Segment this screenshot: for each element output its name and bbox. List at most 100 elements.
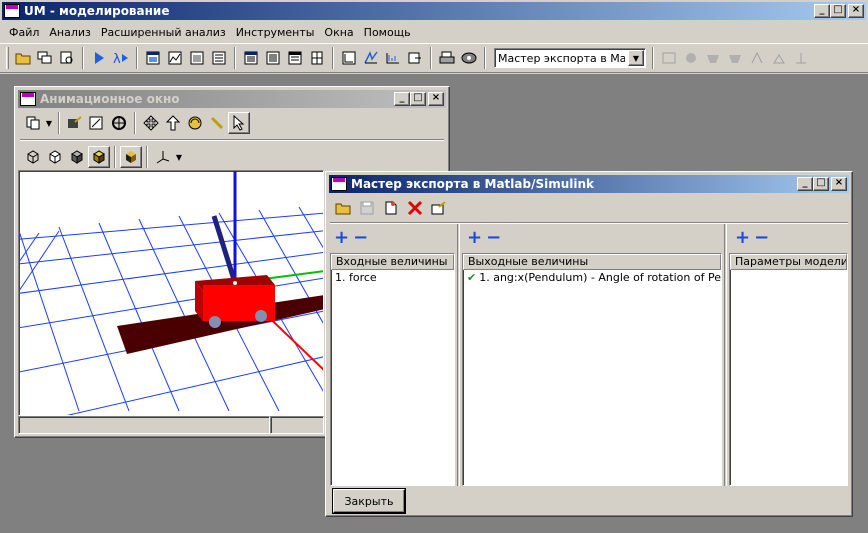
- up-arrow-icon[interactable]: [162, 112, 184, 134]
- menu-bar: Файл Анализ Расширенный анализ Инструмен…: [0, 22, 868, 42]
- scale-icon[interactable]: [86, 112, 108, 134]
- chart-xy-icon[interactable]: [360, 47, 382, 69]
- status-cell: [270, 416, 324, 434]
- move-icon[interactable]: [140, 112, 162, 134]
- menu-tools[interactable]: Инструменты: [231, 26, 320, 39]
- delete-icon[interactable]: [404, 197, 426, 219]
- svg-text:λ: λ: [113, 52, 121, 65]
- panel-divider[interactable]: [724, 224, 727, 486]
- remove-input-button[interactable]: −: [353, 229, 368, 247]
- main-caption-buttons: _ □ ×: [814, 4, 864, 18]
- disabled-tool-5-icon: [746, 47, 768, 69]
- chevron-down-icon[interactable]: ▼: [174, 146, 184, 168]
- close-button[interactable]: ×: [428, 92, 444, 106]
- animation-titlebar[interactable]: Анимационное окно _ □ ×: [18, 90, 446, 108]
- scan-icon[interactable]: [458, 47, 480, 69]
- maximize-button[interactable]: □: [410, 92, 426, 106]
- scene-3d-canvas: [19, 171, 323, 415]
- image-window-icon[interactable]: [186, 47, 208, 69]
- toolbar-separator: [430, 47, 432, 69]
- export-icon[interactable]: [404, 47, 426, 69]
- add-input-button[interactable]: +: [334, 229, 349, 247]
- windows-icon[interactable]: [34, 47, 56, 69]
- animation-caption-buttons: _ □ ×: [394, 92, 444, 106]
- shaded-cube-icon[interactable]: [66, 146, 88, 168]
- menu-file[interactable]: Файл: [4, 26, 44, 39]
- animation-toolbar-2: ▼: [20, 143, 444, 171]
- hidden-line-cube-icon[interactable]: [44, 146, 66, 168]
- list-window-icon[interactable]: [208, 47, 230, 69]
- export-titlebar[interactable]: Мастер экспорта в Matlab/Simulink _ □ ×: [329, 175, 849, 193]
- main-title: UM - моделирование: [24, 4, 170, 18]
- inputs-header[interactable]: Входные величины: [331, 254, 454, 270]
- save-icon[interactable]: [356, 197, 378, 219]
- toolbar-separator: [146, 146, 148, 168]
- disabled-tool-6-icon: [768, 47, 790, 69]
- params-header[interactable]: Параметры модели: [730, 254, 847, 270]
- chart-xy-icon[interactable]: [338, 47, 360, 69]
- run-icon[interactable]: [88, 47, 110, 69]
- chart-hz-icon[interactable]: [382, 47, 404, 69]
- axes-icon[interactable]: [152, 146, 174, 168]
- menu-extended-analysis[interactable]: Расширенный анализ: [96, 26, 231, 39]
- new-file-icon[interactable]: [380, 197, 402, 219]
- app-icon: [20, 92, 36, 106]
- list-item[interactable]: ✔ 1. ang:x(Pendulum) - Angle of rotation …: [463, 270, 721, 285]
- disabled-tool-1-icon: [658, 47, 680, 69]
- graph-icon[interactable]: [164, 47, 186, 69]
- menu-analysis[interactable]: Анализ: [44, 26, 96, 39]
- minimize-button[interactable]: _: [814, 4, 830, 18]
- center-icon[interactable]: [108, 112, 130, 134]
- open-folder-icon[interactable]: [12, 47, 34, 69]
- output-item-label: 1. ang:x(Pendulum) - Angle of rotation o…: [479, 271, 721, 284]
- remove-param-button[interactable]: −: [754, 229, 769, 247]
- wireframe-cube-icon[interactable]: [22, 146, 44, 168]
- properties-icon[interactable]: [428, 197, 450, 219]
- panel-divider[interactable]: [457, 224, 460, 486]
- light-icon[interactable]: [206, 112, 228, 134]
- close-button[interactable]: ×: [831, 177, 847, 191]
- maximize-button[interactable]: □: [813, 177, 829, 191]
- wizard-select[interactable]: Мастер экспорта в Matlab ▼: [494, 48, 646, 68]
- close-button[interactable]: ×: [848, 4, 864, 18]
- params-list[interactable]: Параметры модели: [729, 253, 848, 486]
- table2-icon[interactable]: [262, 47, 284, 69]
- print-preview-icon[interactable]: [56, 47, 78, 69]
- main-titlebar[interactable]: UM - моделирование _ □ ×: [2, 2, 866, 20]
- toolbar-separator: [82, 47, 84, 69]
- minimize-button[interactable]: _: [797, 177, 813, 191]
- chevron-down-icon[interactable]: ▼: [44, 112, 54, 134]
- open-folder-icon[interactable]: [332, 197, 354, 219]
- window-icon[interactable]: [142, 47, 164, 69]
- toolbar-grip[interactable]: [6, 47, 9, 69]
- rotate-icon[interactable]: [184, 112, 206, 134]
- add-output-button[interactable]: +: [467, 229, 482, 247]
- menu-help[interactable]: Помощь: [359, 26, 416, 39]
- lambda-icon[interactable]: λ: [110, 47, 132, 69]
- solid-cube-icon[interactable]: [88, 146, 110, 168]
- remove-output-button[interactable]: −: [486, 229, 501, 247]
- animation-statusbar: [18, 416, 324, 434]
- chevron-down-icon[interactable]: ▼: [628, 50, 644, 66]
- copy-icon[interactable]: [22, 112, 44, 134]
- toolbar-separator: [134, 112, 136, 134]
- printer-icon[interactable]: [436, 47, 458, 69]
- grid-icon[interactable]: [284, 47, 306, 69]
- texture-cube-icon[interactable]: [120, 146, 142, 168]
- maximize-button[interactable]: □: [830, 4, 846, 18]
- calc-icon[interactable]: [306, 47, 328, 69]
- add-param-button[interactable]: +: [735, 229, 750, 247]
- cursor-icon[interactable]: [228, 112, 250, 134]
- list-item[interactable]: 1. force: [331, 270, 454, 285]
- animation-viewport[interactable]: [18, 170, 324, 416]
- disabled-tool-2-icon: [680, 47, 702, 69]
- params-tools: + −: [735, 226, 769, 250]
- view-box-icon[interactable]: [64, 112, 86, 134]
- inputs-list[interactable]: Входные величины 1. force: [330, 253, 455, 486]
- minimize-button[interactable]: _: [394, 92, 410, 106]
- close-dialog-button[interactable]: Закрыть: [333, 489, 405, 513]
- table-icon[interactable]: [240, 47, 262, 69]
- outputs-header[interactable]: Выходные величины: [463, 254, 721, 270]
- outputs-list[interactable]: Выходные величины ✔ 1. ang:x(Pendulum) - …: [462, 253, 722, 486]
- menu-windows[interactable]: Окна: [319, 26, 358, 39]
